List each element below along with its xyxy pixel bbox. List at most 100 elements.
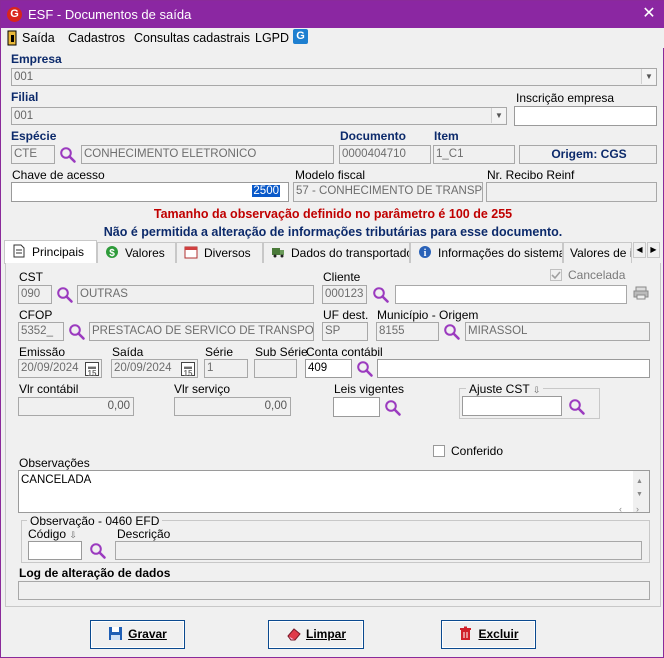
cliente-name bbox=[395, 285, 627, 304]
checkmark-icon bbox=[551, 271, 561, 280]
municipio-name: MIRASSOL bbox=[465, 322, 650, 341]
tab-scroll-left-button[interactable]: ◀ bbox=[633, 242, 646, 258]
chave-label: Chave de acesso bbox=[12, 168, 105, 182]
chevron-down-icon[interactable]: ▼ bbox=[491, 108, 506, 123]
documento-input[interactable]: 0000404710 bbox=[339, 145, 431, 164]
gravar-button[interactable]: Gravar bbox=[90, 620, 185, 649]
uf-dest-input[interactable]: SP bbox=[322, 322, 368, 341]
tab-valores-label: Valores bbox=[125, 246, 165, 260]
search-icon[interactable] bbox=[68, 323, 86, 341]
conta-contabil-code[interactable]: 409 bbox=[305, 359, 352, 378]
obs-efd-codigo-input[interactable] bbox=[28, 541, 82, 560]
window-title: ESF - Documentos de saída bbox=[28, 7, 192, 22]
origem-badge: Origem: CGS bbox=[519, 145, 657, 164]
saida-value: 20/09/2024 bbox=[114, 362, 172, 374]
search-icon[interactable] bbox=[568, 398, 586, 416]
modelo-fiscal-label: Modelo fiscal bbox=[295, 168, 366, 182]
emissao-value: 20/09/2024 bbox=[21, 362, 79, 374]
menu-cadastros[interactable]: Cadastros bbox=[68, 31, 125, 45]
cancelada-label: Cancelada bbox=[568, 268, 626, 282]
search-icon[interactable] bbox=[384, 399, 402, 417]
cancelada-checkbox[interactable] bbox=[550, 269, 562, 281]
printer-icon[interactable] bbox=[633, 286, 649, 300]
vlr-servico-label: Vlr serviço bbox=[174, 382, 231, 396]
vlr-contabil-input[interactable]: 0,00 bbox=[18, 397, 134, 416]
search-icon[interactable] bbox=[89, 542, 107, 560]
empresa-value: 001 bbox=[14, 71, 34, 83]
search-icon[interactable] bbox=[372, 286, 390, 304]
app-logo-icon: G bbox=[7, 7, 22, 22]
tab-principais[interactable]: Principais bbox=[4, 240, 97, 263]
emissao-input[interactable]: 20/09/2024 ▬ 15 bbox=[18, 359, 102, 378]
saida-input[interactable]: 20/09/2024 ▬ 15 bbox=[111, 359, 198, 378]
cfop-code[interactable]: 5352_ bbox=[18, 322, 64, 341]
trash-icon bbox=[460, 626, 472, 640]
close-button[interactable]: ✕ bbox=[637, 3, 661, 25]
search-icon[interactable] bbox=[443, 323, 461, 341]
leis-vigentes-input[interactable] bbox=[333, 397, 380, 417]
limpar-button[interactable]: Limpar bbox=[268, 620, 364, 649]
cst-description: OUTRAS bbox=[77, 285, 314, 304]
chevron-right-icon[interactable]: › bbox=[636, 500, 639, 512]
observacoes-textarea[interactable]: CANCELADA ▲ ▼ › ‹ bbox=[18, 470, 650, 513]
chevron-left-icon[interactable]: ‹ bbox=[619, 500, 622, 512]
ajuste-cst-label: Ajuste CST ⇩ bbox=[466, 382, 544, 396]
conferido-checkbox[interactable] bbox=[433, 445, 445, 457]
sub-serie-input[interactable] bbox=[254, 359, 297, 378]
observacoes-scrollbar[interactable]: ▲ ▼ › bbox=[633, 471, 649, 512]
gravar-label: Gravar bbox=[128, 627, 167, 641]
item-input[interactable]: 1_C1 bbox=[433, 145, 515, 164]
inscricao-input[interactable] bbox=[514, 106, 657, 126]
municipio-code[interactable]: 8155 bbox=[376, 322, 439, 341]
cst-code[interactable]: 090 bbox=[18, 285, 52, 304]
filial-select[interactable]: 001 ▼ bbox=[11, 107, 507, 125]
saida-label: Saída bbox=[112, 345, 144, 359]
excluir-button[interactable]: Excluir bbox=[441, 620, 536, 649]
warning-tributarias: Não é permitida a alteração de informaçõ… bbox=[103, 225, 563, 239]
tab-informacoes-sistema[interactable]: i Informações do sistema bbox=[410, 242, 563, 264]
calendar-icon[interactable]: ▬ 15 bbox=[181, 362, 195, 377]
cliente-code[interactable]: 000123 bbox=[322, 285, 367, 304]
tab-scroll-right-button[interactable]: ▶ bbox=[647, 242, 660, 258]
menu-consultas-cadastrais[interactable]: Consultas cadastrais bbox=[134, 31, 250, 45]
ajuste-cst-input[interactable] bbox=[462, 396, 562, 416]
conta-contabil-label: Conta contábil bbox=[306, 345, 383, 359]
document-icon bbox=[13, 244, 25, 258]
filial-label: Filial bbox=[11, 90, 39, 104]
serie-label: Série bbox=[205, 345, 234, 359]
obs-efd-codigo-label-text: Código bbox=[28, 527, 67, 541]
tab-valores[interactable]: $ Valores bbox=[97, 242, 176, 264]
calendar-icon[interactable]: ▬ 15 bbox=[85, 362, 99, 377]
log-input[interactable] bbox=[18, 581, 650, 600]
search-icon[interactable] bbox=[356, 360, 374, 378]
save-icon bbox=[109, 627, 123, 640]
observacoes-label: Observações bbox=[19, 456, 90, 470]
item-label: Item bbox=[434, 129, 459, 143]
search-icon[interactable] bbox=[56, 286, 74, 304]
title-bar: G ESF - Documentos de saída ✕ bbox=[1, 1, 664, 28]
limpar-label: Limpar bbox=[305, 627, 346, 641]
tab-diversos[interactable]: Diversos bbox=[176, 242, 263, 264]
menu-lgpd[interactable]: LGPD bbox=[255, 31, 289, 45]
especie-code[interactable]: CTE bbox=[11, 145, 55, 164]
arrow-down-icon: ⇩ bbox=[69, 530, 77, 540]
empresa-select[interactable]: 001 ▼ bbox=[11, 68, 657, 86]
serie-input[interactable]: 1 bbox=[204, 359, 248, 378]
calendar-tab-icon bbox=[184, 246, 198, 259]
search-icon[interactable] bbox=[59, 146, 77, 164]
chevron-down-icon[interactable]: ▼ bbox=[641, 69, 656, 84]
dollar-icon: $ bbox=[106, 246, 118, 259]
observacoes-value: CANCELADA bbox=[21, 474, 92, 486]
vlr-servico-input[interactable]: 0,00 bbox=[174, 397, 291, 416]
exit-icon bbox=[7, 30, 17, 46]
inscricao-label: Inscrição empresa bbox=[516, 91, 615, 105]
g-logo-icon[interactable]: G bbox=[293, 29, 308, 44]
tab-dados-transportador[interactable]: Dados do transportador bbox=[263, 242, 410, 264]
modelo-fiscal-input[interactable]: 57 - CONHECIMENTO DE TRANSPORTE bbox=[293, 182, 483, 202]
cfop-label: CFOP bbox=[19, 308, 53, 322]
chave-input[interactable]: 2500 bbox=[11, 182, 289, 202]
menu-saida[interactable]: Saída bbox=[22, 31, 55, 45]
obs-efd-descricao-input[interactable] bbox=[115, 541, 642, 560]
recibo-input[interactable] bbox=[486, 182, 657, 202]
tab-valores-i[interactable]: Valores de i bbox=[563, 242, 632, 264]
